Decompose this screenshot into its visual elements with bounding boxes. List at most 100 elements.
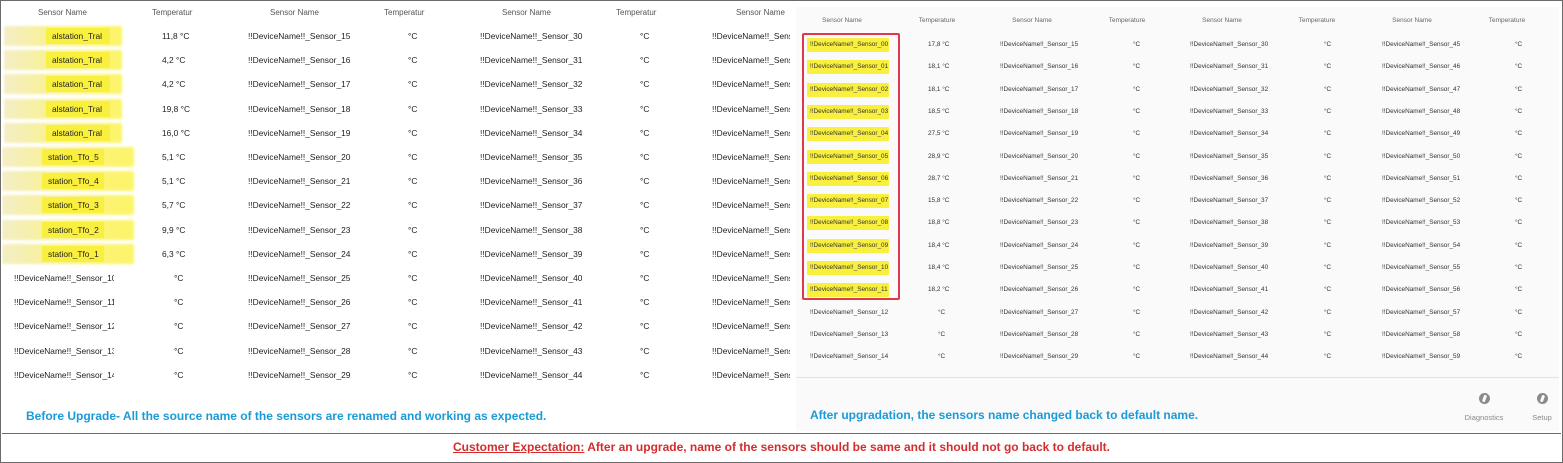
sensor-name: !!DeviceName!!_Sens (712, 225, 790, 235)
sensor-name: !!DeviceName!!_Sensor_02 (810, 86, 889, 93)
sensor-temperature: 18,2 °C (928, 286, 950, 293)
sensor-name: !!DeviceName!!_Sensor_23 (248, 225, 351, 235)
sensor-temperature: 4,2 °C (162, 55, 186, 65)
sensor-name: alstation_Tral (52, 128, 102, 138)
sensor-name: !!DeviceName!!_Sens (712, 297, 790, 307)
diagnostics-label: Diagnostics (1464, 413, 1504, 422)
sensor-name: !!DeviceName!!_Sensor_21 (1000, 175, 1079, 182)
column-header: Sensor Name (502, 8, 551, 17)
sensor-name: !!DeviceName!!_Sensor_33 (1190, 108, 1269, 115)
sensor-name: !!DeviceName!!_Sensor_58 (1382, 331, 1461, 338)
sensor-name: !!DeviceName!!_Sensor_28 (1000, 331, 1079, 338)
sensor-temperature: °C (1133, 331, 1141, 338)
sensor-temperature: °C (640, 297, 650, 307)
sensor-temperature: °C (640, 79, 650, 89)
sensor-temperature: 15,8 °C (928, 197, 950, 204)
sensor-name: !!DeviceName!!_Sensor_37 (480, 200, 583, 210)
sensor-temperature: 4,2 °C (162, 79, 186, 89)
sensor-name: !!DeviceName!!_Sensor_10 (810, 264, 889, 271)
sensor-name: !!DeviceName!!_Sensor_21 (248, 176, 351, 186)
sensor-temperature: °C (1515, 242, 1523, 249)
sensor-name: alstation_Tral (52, 104, 102, 114)
sensor-temperature: °C (1133, 153, 1141, 160)
column-header: Temperature (1488, 17, 1526, 24)
setup-button[interactable]: Setup (1517, 391, 1559, 423)
sensor-name: !!DeviceName!!_Sensor_29 (1000, 353, 1079, 360)
sensor-name: !!DeviceName!!_Sensor_15 (1000, 41, 1079, 48)
highlight-box (802, 33, 900, 300)
sensor-name: !!DeviceName!!_Sens (712, 200, 790, 210)
sensor-temperature: °C (1324, 219, 1332, 226)
diagnostics-button[interactable]: Diagnostics (1459, 391, 1509, 423)
sensor-temperature: °C (1324, 63, 1332, 70)
sensor-temperature: °C (640, 346, 650, 356)
sensor-name: !!DeviceName!!_Sensor_18 (1000, 108, 1079, 115)
sensor-name: !!DeviceName!!_Sensor_19 (1000, 130, 1079, 137)
sensor-temperature: °C (1133, 242, 1141, 249)
sensor-name: !!DeviceName!!_Sensor_14 (810, 353, 889, 360)
sensor-temperature: 27,5 °C (928, 130, 950, 137)
sensor-temperature: °C (1133, 130, 1141, 137)
sensor-temperature: °C (640, 55, 650, 65)
sensor-temperature: °C (1324, 86, 1332, 93)
sensor-name: !!DeviceName!!_Sensor_00 (810, 41, 889, 48)
sensor-name: !!DeviceName!!_Sens (712, 346, 790, 356)
sensor-temperature: °C (408, 225, 418, 235)
sensor-temperature: °C (1515, 130, 1523, 137)
sensor-name: !!DeviceName!!_Sensor_16 (248, 55, 351, 65)
sensor-temperature: °C (174, 370, 184, 380)
sensor-name: !!DeviceName!!_Sensor_27 (1000, 309, 1079, 316)
sensor-name: alstation_Tral (52, 79, 102, 89)
sensor-name: !!DeviceName!!_Sensor_39 (1190, 242, 1269, 249)
sensor-temperature: °C (640, 249, 650, 259)
sensor-name: !!DeviceName!!_Sensor_19 (248, 128, 351, 138)
after-upgrade-caption: After upgradation, the sensors name chan… (810, 408, 1199, 422)
customer-expectation-text: Customer Expectation: After an upgrade, … (2, 440, 1561, 454)
setup-icon (1536, 393, 1548, 404)
column-header: Temperature (918, 17, 956, 24)
column-header: Temperatur (616, 8, 657, 17)
sensor-name: !!DeviceName!!_Sensor_47 (1382, 86, 1461, 93)
sensor-temperature: 11,8 °C (162, 31, 190, 41)
sensor-temperature: °C (1133, 41, 1141, 48)
sensor-name: !!DeviceName!!_Sensor_43 (1190, 331, 1269, 338)
sensor-temperature: 9,9 °C (162, 225, 186, 235)
sensor-name: !!DeviceName!!_Sensor_25 (1000, 264, 1079, 271)
sensor-name: !!DeviceName!!_Sensor_39 (480, 249, 583, 259)
sensor-temperature: °C (408, 297, 418, 307)
column-header: Sensor Name (1012, 17, 1052, 24)
sensor-temperature: °C (1515, 41, 1523, 48)
sensor-name: !!DeviceName!!_Sensor_31 (480, 55, 583, 65)
sensor-name: !!DeviceName!!_Sensor_20 (248, 152, 351, 162)
sensor-name: !!DeviceName!!_Sensor_40 (480, 273, 583, 283)
sensor-name: !!DeviceName!!_Sens (712, 321, 790, 331)
sensor-temperature: °C (408, 128, 418, 138)
sensor-temperature: °C (1324, 264, 1332, 271)
sensor-temperature: °C (640, 104, 650, 114)
sensor-temperature: °C (1133, 63, 1141, 70)
sensor-temperature: °C (1324, 108, 1332, 115)
column-header: Sensor Name (1202, 17, 1242, 24)
sensor-name: !!DeviceName!!_Sensor_27 (248, 321, 351, 331)
sensor-name: !!DeviceName!!_Sensor_30 (480, 31, 583, 41)
sensor-temperature: °C (1515, 175, 1523, 182)
sensor-name: !!DeviceName!!_Sensor_37 (1190, 197, 1269, 204)
sensor-name: !!DeviceName!!_Sensor_03 (810, 108, 889, 115)
sensor-name: !!DeviceName!!_Sensor_26 (1000, 286, 1079, 293)
sensor-temperature: °C (408, 273, 418, 283)
sensor-name: !!DeviceName!!_Sensor_36 (480, 176, 583, 186)
sensor-temperature: °C (1324, 175, 1332, 182)
column-header: Sensor Name (822, 17, 862, 24)
sensor-temperature: °C (1133, 175, 1141, 182)
sensor-temperature: °C (408, 79, 418, 89)
customer-expectation-body: After an upgrade, name of the sensors sh… (584, 440, 1110, 454)
sensor-temperature: °C (1324, 353, 1332, 360)
sensor-name: !!DeviceName!!_Sensor_11 (14, 297, 114, 307)
sensor-name: station_Tfo_2 (48, 225, 99, 235)
sensor-name: !!DeviceName!!_Sensor_59 (1382, 353, 1461, 360)
sensor-temperature: °C (938, 353, 946, 360)
sensor-temperature: 18,5 °C (928, 108, 950, 115)
sensor-name: !!DeviceName!!_Sensor_10 (14, 273, 114, 283)
sensor-name: !!DeviceName!!_Sensor_16 (1000, 63, 1079, 70)
sensor-name: !!DeviceName!!_Sensor_05 (810, 153, 889, 160)
